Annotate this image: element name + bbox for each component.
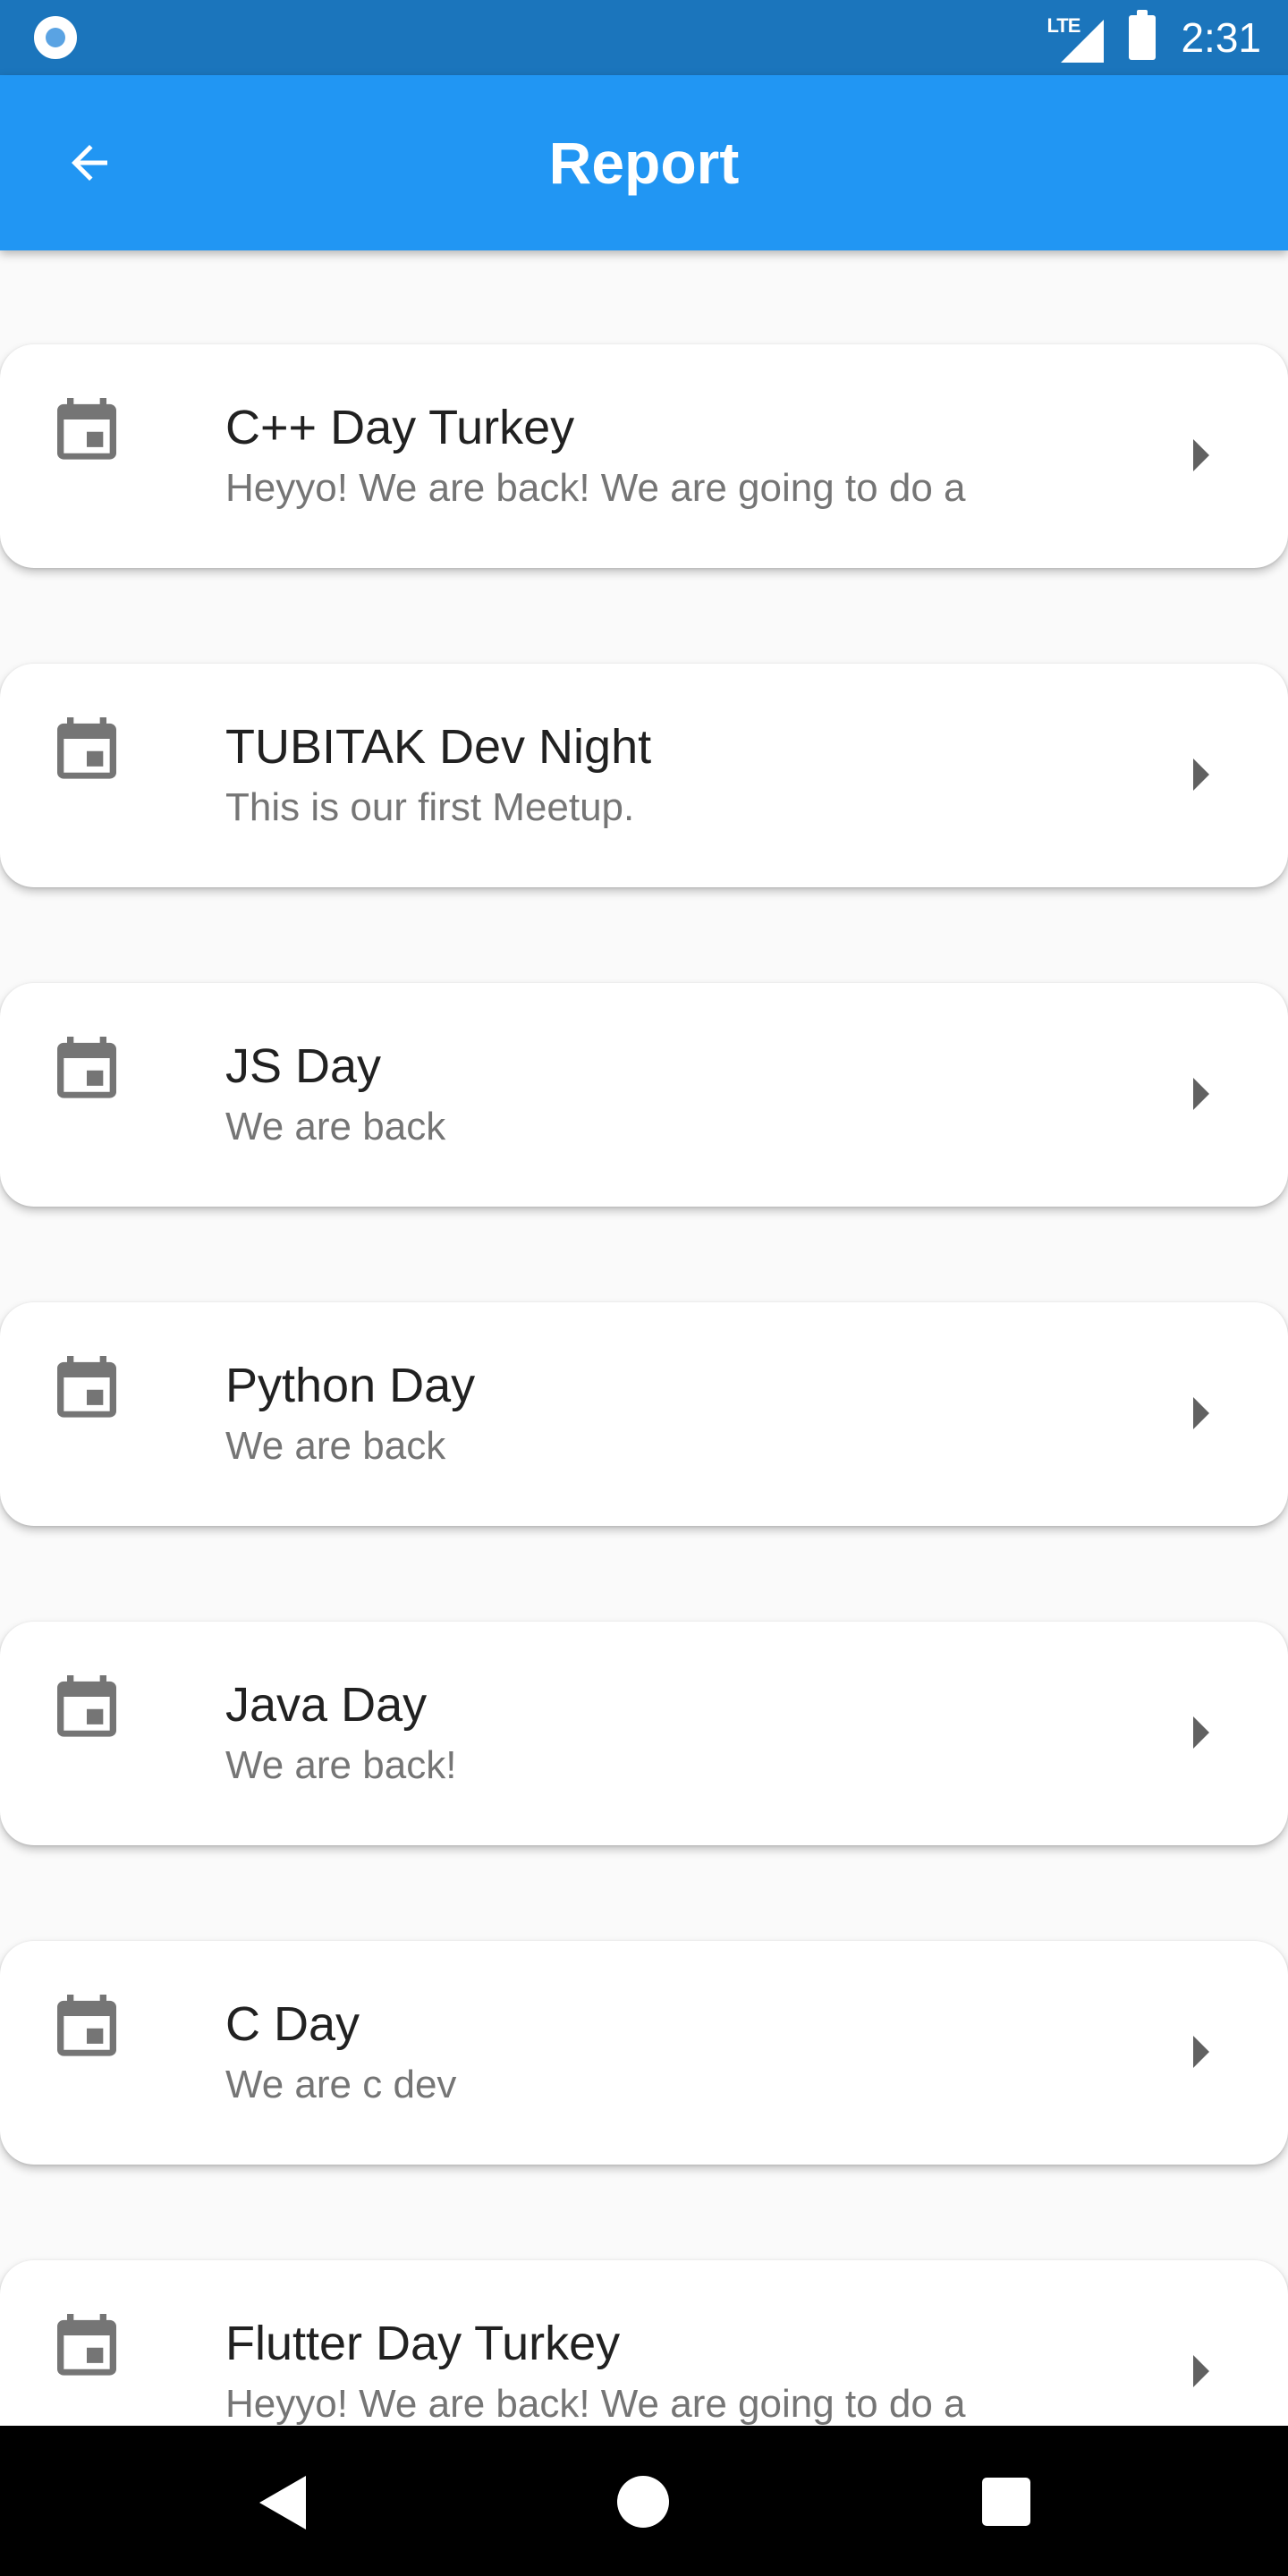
event-title: C++ Day Turkey [225,401,575,454]
battery-icon [1129,10,1157,60]
radio-button-icon [34,16,77,59]
event-card[interactable]: TUBITAK Dev Night This is our first Meet… [0,664,1288,887]
calendar-icon [57,1037,116,1098]
event-description: We are back! [225,1743,457,1787]
event-card[interactable]: C++ Day Turkey Heyyo! We are back! We ar… [0,344,1288,568]
event-description: We are back [225,1424,446,1468]
event-description: We are c dev [225,2063,457,2106]
chevron-right-icon [1193,1716,1209,1749]
nav-back-icon[interactable] [259,2476,306,2529]
chevron-right-icon [1193,439,1209,471]
event-card[interactable]: Java Day We are back! [0,1622,1288,1845]
event-list: C++ Day Turkey Heyyo! We are back! We ar… [0,250,1288,2426]
calendar-icon [57,1675,116,1737]
arrow-back-icon [72,145,107,181]
calendar-icon [57,717,116,779]
status-indicators: LTE 2:31 [1046,0,1261,75]
event-card[interactable]: Flutter Day Turkey Heyyo! We are back! W… [0,2260,1288,2426]
event-title: JS Day [225,1039,382,1093]
chevron-right-icon [1193,1397,1209,1429]
page-title: Report [548,130,740,196]
system-nav-bar [0,2426,1288,2576]
event-title: Python Day [225,1359,476,1412]
event-title: Java Day [225,1678,428,1732]
status-time: 2:31 [1181,14,1261,61]
calendar-icon [57,1995,116,2056]
calendar-icon [57,398,116,460]
event-title: C Day [225,1997,360,2051]
event-title: TUBITAK Dev Night [225,720,652,774]
event-description: We are back [225,1105,446,1148]
calendar-icon [57,2314,116,2376]
event-description: Heyyo! We are back! We are going to do a [225,2382,966,2426]
chevron-right-icon [1193,758,1209,791]
nav-home-icon[interactable] [617,2476,669,2528]
event-card[interactable]: JS Day We are back [0,983,1288,1207]
network-indicator: LTE [1046,13,1105,63]
event-description: This is our first Meetup. [225,785,635,829]
calendar-icon [57,1356,116,1418]
app-bar: Report [0,75,1288,250]
screen: LTE 2:31 Report C++ Day Turkey Heyyo! We… [0,0,1288,2576]
chevron-right-icon [1193,2355,1209,2387]
signal-icon [1061,20,1105,63]
back-button[interactable] [45,118,134,208]
event-card[interactable]: C Day We are c dev [0,1941,1288,2165]
event-card[interactable]: Python Day We are back [0,1302,1288,1526]
status-bar: LTE 2:31 [0,0,1288,75]
event-description: Heyyo! We are back! We are going to do a [225,466,966,510]
nav-recents-icon[interactable] [982,2478,1030,2526]
chevron-right-icon [1193,1078,1209,1110]
chevron-right-icon [1193,2036,1209,2068]
event-title: Flutter Day Turkey [225,2317,621,2370]
